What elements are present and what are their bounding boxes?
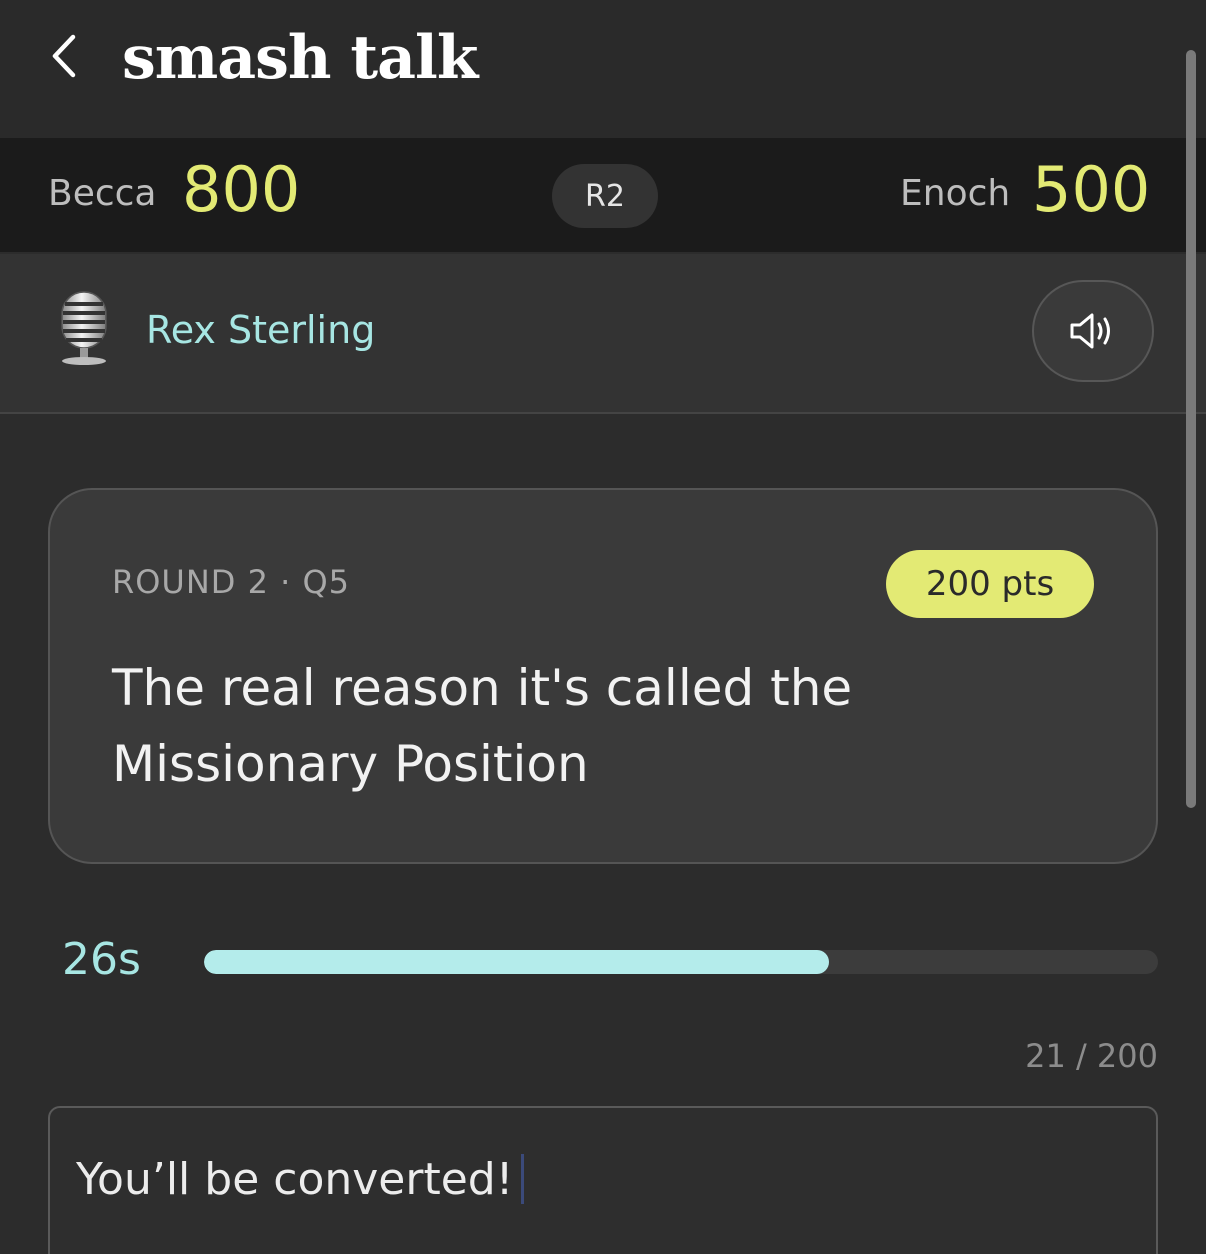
question-text: The real reason it's called the Missiona…	[112, 659, 853, 793]
host-name: Rex Sterling	[146, 308, 376, 352]
round-pill: R2	[552, 164, 658, 228]
microphone-icon	[61, 291, 107, 365]
answer-input[interactable]: You’ll be converted!	[48, 1106, 1158, 1254]
answer-input-value[interactable]: You’ll be converted!	[76, 1150, 525, 1210]
player1-score: 800	[182, 153, 301, 226]
app-title: smash talk	[122, 23, 478, 93]
points-badge: 200 pts	[886, 550, 1094, 618]
character-counter: 21 / 200	[1025, 1037, 1158, 1075]
player1-name: Becca	[48, 173, 157, 214]
speaker-icon	[1070, 313, 1110, 349]
text-caret	[521, 1154, 525, 1204]
chevron-left-icon	[52, 34, 76, 78]
app-header: smash talk	[0, 0, 1206, 138]
timer-label: 26s	[62, 934, 141, 985]
scrollbar[interactable]	[1186, 50, 1196, 808]
player2-name: Enoch	[900, 173, 1011, 214]
timer-progress-bar	[204, 950, 1158, 974]
answer-text: You’ll be converted!	[76, 1154, 514, 1205]
game-screen: smash talk Becca 800 R2 Enoch 500 Rex St…	[0, 0, 1206, 1254]
sound-button[interactable]	[1032, 280, 1154, 382]
player2-score: 500	[1032, 153, 1151, 226]
timer-progress-fill	[204, 950, 829, 974]
scoreboard: Becca 800 R2 Enoch 500	[0, 138, 1206, 252]
round-question-label: ROUND 2 · Q5	[112, 563, 351, 601]
host-bar: Rex Sterling	[0, 254, 1206, 414]
back-button[interactable]	[36, 28, 92, 84]
question-card: ROUND 2 · Q5 200 pts The real reason it'…	[48, 488, 1158, 864]
